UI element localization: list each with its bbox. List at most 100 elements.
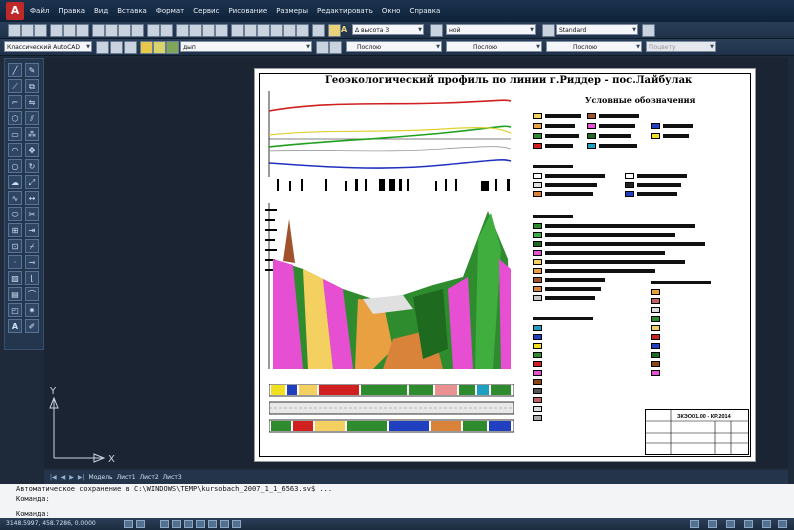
rotate-icon[interactable]: ↻ <box>25 159 39 173</box>
ellipse-icon[interactable]: ⬭ <box>8 207 22 221</box>
offset-icon[interactable]: ⫽ <box>25 111 39 125</box>
dimstyle-manager-icon[interactable] <box>430 24 443 37</box>
lineweight-combo[interactable]: Послою <box>546 41 642 52</box>
properties-paint-icon[interactable]: ✐ <box>25 319 39 333</box>
mleader-style-icon[interactable] <box>542 24 555 37</box>
match-properties-icon[interactable] <box>131 24 144 37</box>
table-style-combo[interactable]: ной <box>446 24 536 35</box>
zoom-window-icon[interactable] <box>202 24 215 37</box>
undo-icon[interactable] <box>147 24 160 37</box>
join-icon[interactable]: ⊸ <box>25 255 39 269</box>
design-center-icon[interactable] <box>244 24 257 37</box>
snap-mode-icon[interactable] <box>124 520 133 528</box>
tab-nav-prev-icon[interactable]: ◀ <box>61 474 66 481</box>
clean-screen-icon[interactable] <box>778 520 787 528</box>
layer-state-icon[interactable] <box>124 41 137 54</box>
dim-style-combo[interactable]: Δ высота 3 <box>352 24 424 35</box>
ortho-mode-icon[interactable] <box>160 520 169 528</box>
standard-style-combo[interactable]: Standard <box>556 24 638 35</box>
array-icon[interactable]: ⁂ <box>25 127 39 141</box>
tab-nav-last-icon[interactable]: ▶| <box>78 474 85 481</box>
tool-palettes-icon[interactable] <box>257 24 270 37</box>
multiline-text-icon[interactable]: A <box>8 319 22 333</box>
layer-lock-icon[interactable] <box>166 41 179 54</box>
object-snap-icon[interactable] <box>184 520 193 528</box>
menu-draw[interactable]: Рисование <box>228 5 267 17</box>
text-style-icon[interactable] <box>312 24 325 37</box>
menu-window[interactable]: Окно <box>382 5 401 17</box>
mirror-icon[interactable]: ⇋ <box>25 95 39 109</box>
zoom-realtime-icon[interactable] <box>189 24 202 37</box>
dim-style-icon[interactable] <box>328 24 341 37</box>
stretch-icon[interactable]: ↔ <box>25 191 39 205</box>
layer-combo[interactable]: дып <box>180 41 312 52</box>
extend-icon[interactable]: ⇥ <box>25 223 39 237</box>
arc-icon[interactable]: ◠ <box>8 143 22 157</box>
make-block-icon[interactable]: ⊡ <box>8 239 22 253</box>
menu-edit[interactable]: Правка <box>58 5 85 17</box>
circle-icon[interactable]: ○ <box>8 159 22 173</box>
annotation-scale-icon[interactable] <box>726 520 735 528</box>
polygon-icon[interactable]: ⬡ <box>8 111 22 125</box>
menu-dimension[interactable]: Размеры <box>276 5 308 17</box>
autocad-logo[interactable]: A <box>6 2 24 20</box>
workspace-switch-icon[interactable] <box>744 520 753 528</box>
make-current-layer-icon[interactable] <box>316 41 329 54</box>
menu-help[interactable]: Справка <box>409 5 440 17</box>
line-icon[interactable]: ╱ <box>8 63 22 77</box>
menu-format[interactable]: Формат <box>156 5 184 17</box>
color-combo[interactable]: Послою <box>346 41 442 52</box>
tab-sheet2[interactable]: Лист2 <box>140 474 159 481</box>
publish-icon[interactable] <box>76 24 89 37</box>
redo-icon[interactable] <box>160 24 173 37</box>
construction-line-icon[interactable]: ⟋ <box>8 79 22 93</box>
tab-sheet3[interactable]: Лист3 <box>163 474 182 481</box>
revcloud-icon[interactable]: ☁ <box>8 175 22 189</box>
paste-icon[interactable] <box>118 24 131 37</box>
copy-icon[interactable] <box>105 24 118 37</box>
chamfer-icon[interactable]: ⌊ <box>25 271 39 285</box>
lineweight-toggle-icon[interactable] <box>232 520 241 528</box>
model-space-icon[interactable] <box>690 520 699 528</box>
open-file-icon[interactable] <box>21 24 34 37</box>
copy-object-icon[interactable]: ⧉ <box>25 79 39 93</box>
plotstyle-combo[interactable]: Поцвету <box>646 41 716 52</box>
break-icon[interactable]: ⌿ <box>25 239 39 253</box>
cut-icon[interactable] <box>92 24 105 37</box>
markup-icon[interactable] <box>283 24 296 37</box>
new-file-icon[interactable] <box>8 24 21 37</box>
menu-insert[interactable]: Вставка <box>117 5 147 17</box>
insert-block-icon[interactable]: ⊞ <box>8 223 22 237</box>
point-icon[interactable]: · <box>8 255 22 269</box>
spline-icon[interactable]: ∿ <box>8 191 22 205</box>
workspace-settings-icon[interactable] <box>96 41 109 54</box>
menu-tools[interactable]: Сервис <box>193 5 219 17</box>
grid-mode-icon[interactable] <box>136 520 145 528</box>
polyline-icon[interactable]: ⌐ <box>8 95 22 109</box>
polar-tracking-icon[interactable] <box>172 520 181 528</box>
linetype-combo[interactable]: Послою <box>446 41 542 52</box>
layout-space-icon[interactable] <box>708 520 717 528</box>
sheet-set-icon[interactable] <box>270 24 283 37</box>
dynamic-ucs-icon[interactable] <box>208 520 217 528</box>
toolbar-lock-icon[interactable] <box>762 520 771 528</box>
layer-freeze-icon[interactable] <box>153 41 166 54</box>
menu-modify[interactable]: Редактировать <box>317 5 373 17</box>
tab-nav-first-icon[interactable]: |◀ <box>50 474 57 481</box>
calculator-icon[interactable] <box>296 24 309 37</box>
hatch-icon[interactable]: ▨ <box>8 271 22 285</box>
print-preview-icon[interactable] <box>63 24 76 37</box>
explode-icon[interactable]: ✷ <box>25 303 39 317</box>
trim-icon[interactable]: ✂ <box>25 207 39 221</box>
region-icon[interactable]: ◰ <box>8 303 22 317</box>
move-icon[interactable]: ✥ <box>25 143 39 157</box>
dynamic-input-icon[interactable] <box>220 520 229 528</box>
style-manager-icon[interactable] <box>642 24 655 37</box>
zoom-previous-icon[interactable] <box>215 24 228 37</box>
scale-icon[interactable]: ⤢ <box>25 175 39 189</box>
object-snap-tracking-icon[interactable] <box>196 520 205 528</box>
pan-icon[interactable] <box>176 24 189 37</box>
menu-file[interactable]: Файл <box>30 5 49 17</box>
fillet-icon[interactable]: ⌒ <box>25 287 39 301</box>
tab-sheet1[interactable]: Лист1 <box>117 474 136 481</box>
